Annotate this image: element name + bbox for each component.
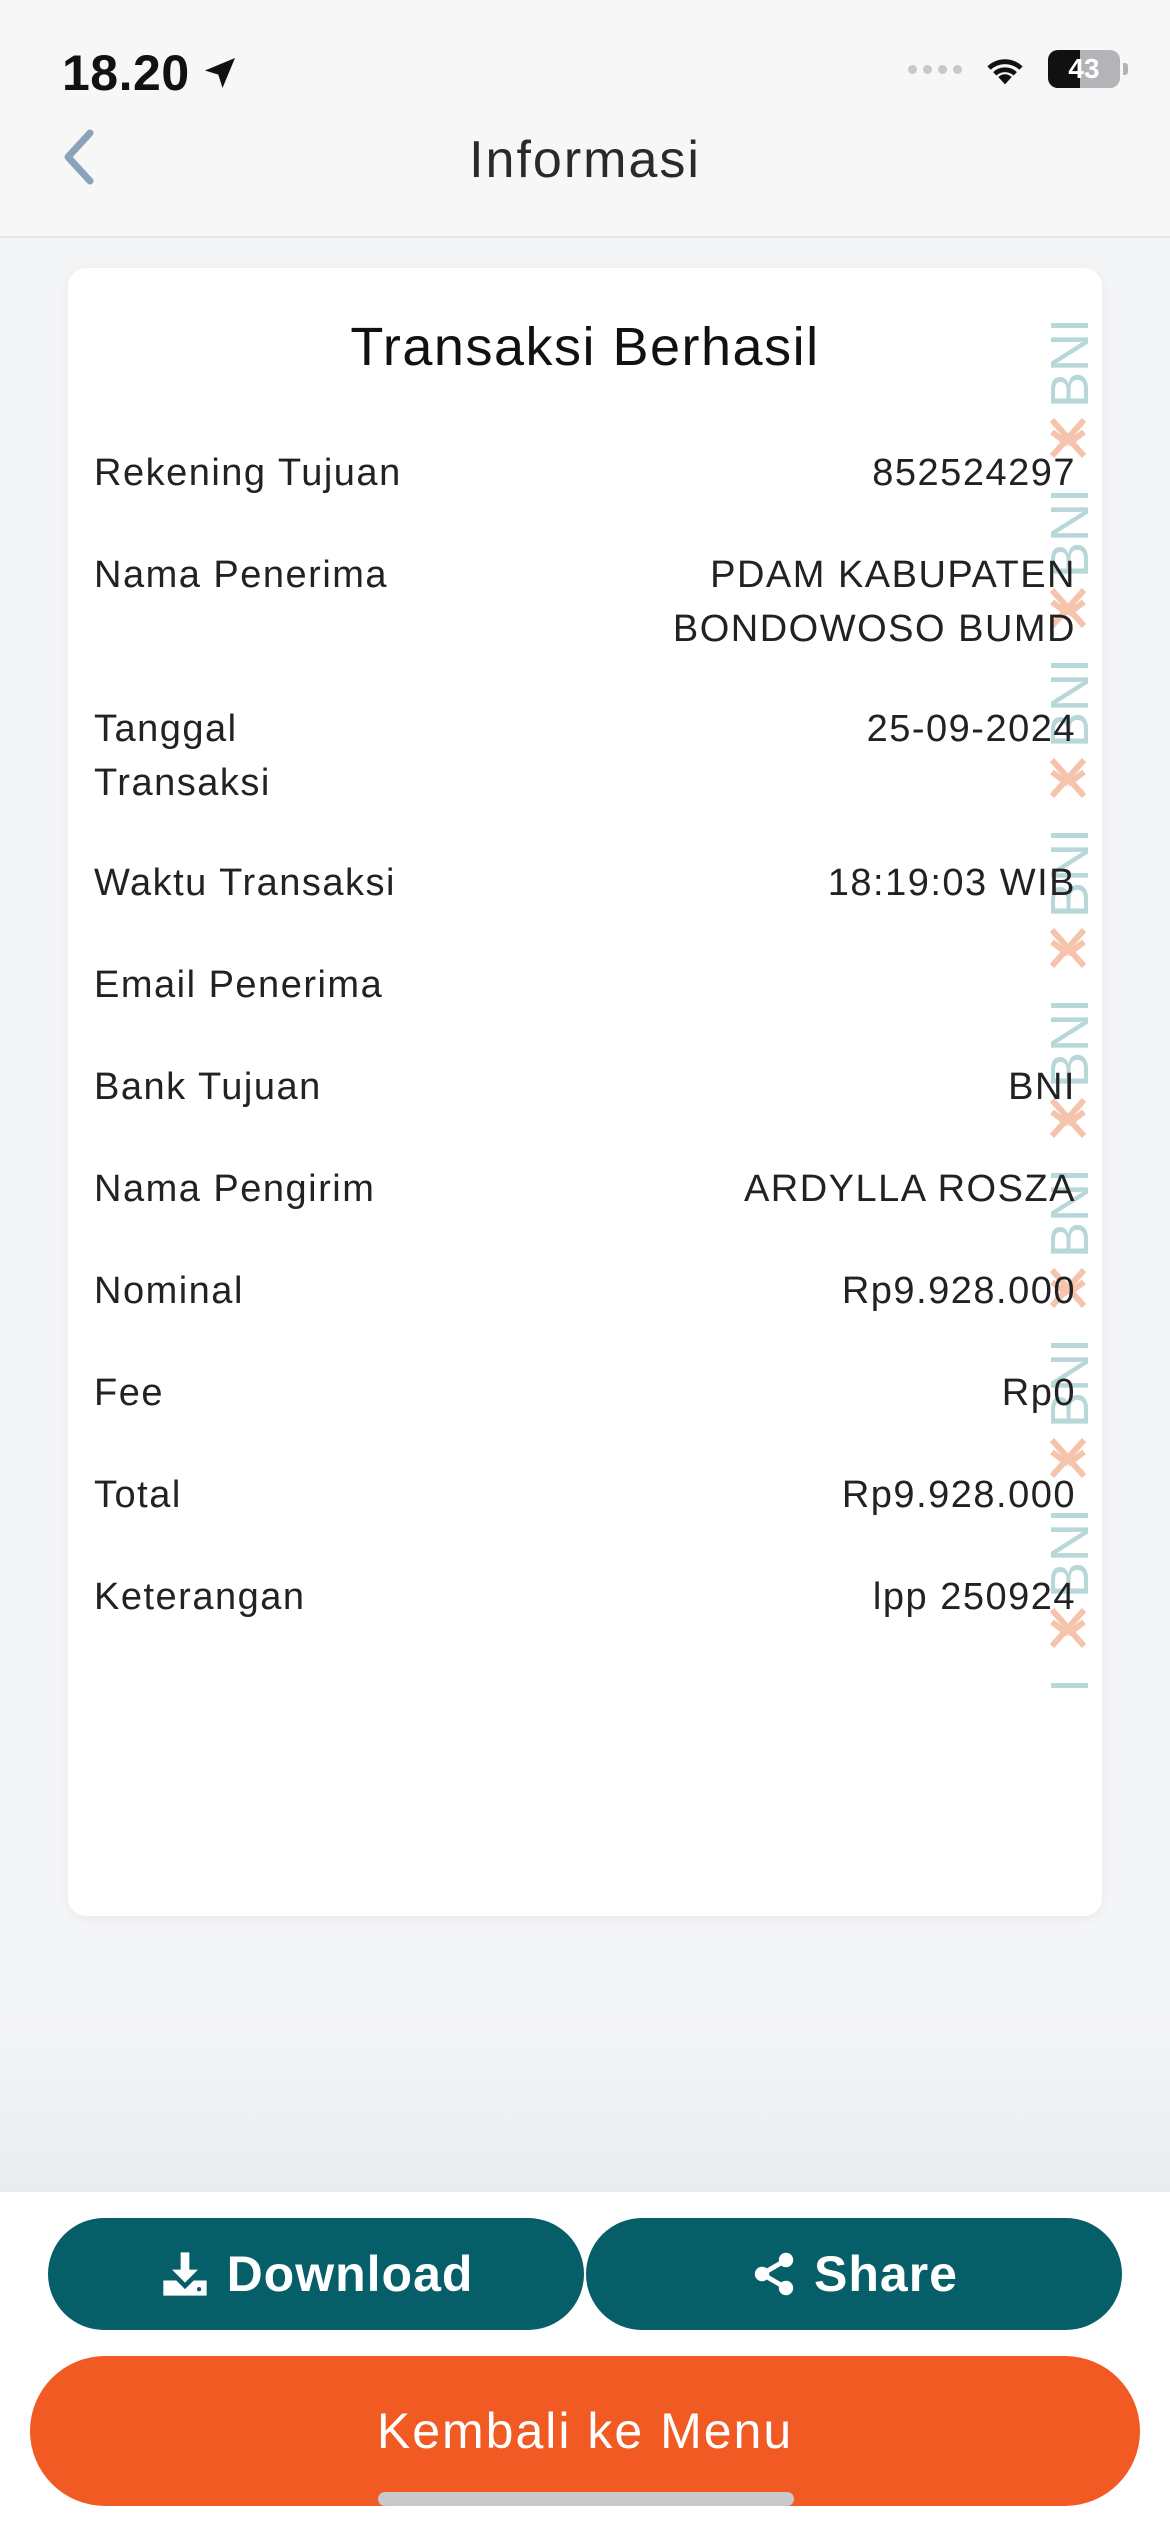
detail-row-bank-tujuan: Bank Tujuan BNI <box>94 1060 1076 1162</box>
detail-row-nominal: Nominal Rp9.928.000 <box>94 1264 1076 1366</box>
share-icon <box>754 2252 794 2296</box>
download-label: Download <box>226 2246 474 2302</box>
detail-value: BNI <box>1008 1066 1076 1108</box>
detail-label: Nama Pengirim <box>94 1168 376 1210</box>
detail-value: Rp9.928.000 <box>841 1474 1076 1516</box>
share-label: Share <box>814 2246 958 2302</box>
detail-value: 852524297 <box>872 452 1076 494</box>
receipt-card: BNIBNIBNIBNIBNIBNIBNIBNIBNI Transaksi Be… <box>68 268 1102 1916</box>
detail-label: Nominal <box>94 1270 244 1312</box>
detail-label: Tanggal Transaksi <box>94 708 271 804</box>
detail-row-total: Total Rp9.928.000 <box>94 1468 1076 1570</box>
download-icon <box>162 2252 207 2296</box>
detail-row-email-penerima: Email Penerima <box>94 958 1076 1060</box>
receipt-details: Rekening Tujuan 852524297 Nama Penerima … <box>94 446 1076 1672</box>
detail-value: Rp0 <box>1001 1372 1076 1414</box>
status-time-text: 18.20 <box>62 45 190 101</box>
detail-value: Rp9.928.000 <box>841 1270 1076 1312</box>
back-to-menu-label: Kembali ke Menu <box>376 2403 794 2459</box>
page-title: Informasi <box>469 131 701 189</box>
share-button[interactable]: Share <box>586 2218 1122 2330</box>
detail-value: 25-09-2024 <box>866 708 1076 750</box>
detail-label: Total <box>94 1474 182 1516</box>
detail-label: Nama Penerima <box>94 554 389 596</box>
detail-label: Keterangan <box>94 1576 306 1618</box>
detail-row-rekening-tujuan: Rekening Tujuan 852524297 <box>94 446 1076 548</box>
location-arrow-icon <box>204 58 235 88</box>
download-button[interactable]: Download <box>48 2218 584 2330</box>
detail-row-tanggal-transaksi: Tanggal Transaksi 25-09-2024 <box>94 702 1076 856</box>
back-to-menu-button[interactable]: Kembali ke Menu <box>30 2356 1140 2506</box>
receipt-title: Transaksi Berhasil <box>350 317 820 377</box>
detail-value: 18:19:03 WIB <box>827 862 1076 904</box>
detail-label: Waktu Transaksi <box>94 862 396 904</box>
detail-value: ARDYLLA ROSZA <box>743 1168 1076 1210</box>
watermark-text: BNI <box>1040 1678 1100 1688</box>
detail-label: Fee <box>94 1372 164 1414</box>
nav-header: Informasi <box>0 100 1170 238</box>
home-indicator <box>378 2492 794 2506</box>
detail-row-waktu-transaksi: Waktu Transaksi 18:19:03 WIB <box>94 856 1076 958</box>
watermark-repeat: BNI <box>1040 1678 1100 1688</box>
detail-row-fee: Fee Rp0 <box>94 1366 1076 1468</box>
detail-row-nama-penerima: Nama Penerima PDAM KABUPATEN BONDOWOSO B… <box>94 548 1076 702</box>
detail-value: lpp 250924 <box>872 1576 1076 1618</box>
bottom-fade <box>0 2020 1170 2192</box>
status-time: 18.20 <box>62 44 240 102</box>
cellular-signal-icon <box>908 64 962 74</box>
detail-row-nama-pengirim: Nama Pengirim ARDYLLA ROSZA <box>94 1162 1076 1264</box>
detail-label: Rekening Tujuan <box>94 452 402 494</box>
status-indicators: 43 <box>908 50 1128 88</box>
wifi-icon <box>987 59 1023 85</box>
detail-value: PDAM KABUPATEN BONDOWOSO BUMD <box>672 554 1076 650</box>
detail-label: Email Penerima <box>94 964 384 1006</box>
battery-level: 43 <box>1068 53 1100 84</box>
detail-row-keterangan: Keterangan lpp 250924 <box>94 1570 1076 1672</box>
detail-label: Bank Tujuan <box>94 1066 322 1108</box>
battery-icon: 43 <box>1048 50 1128 88</box>
